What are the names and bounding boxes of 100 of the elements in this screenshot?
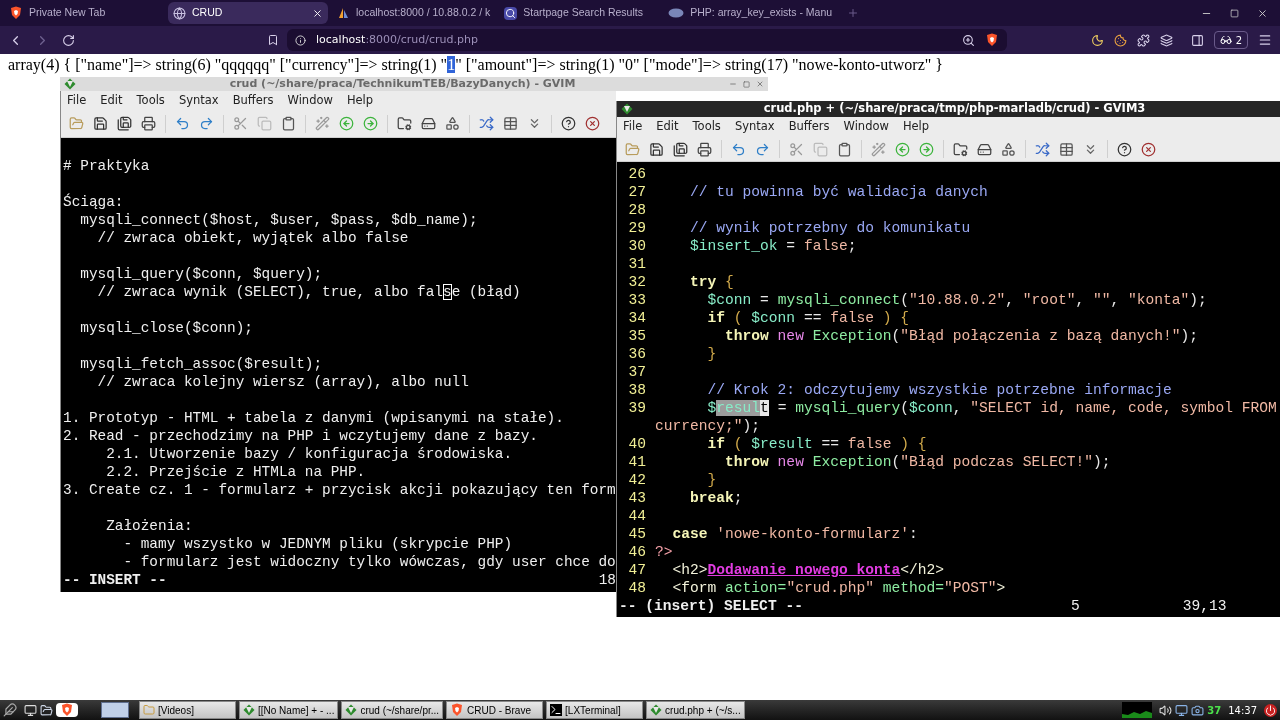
code-line: if ( $result == false ) { [706,435,927,453]
zoom-icon[interactable] [962,33,975,47]
volume-icon[interactable] [1159,703,1173,717]
browser-tab[interactable]: Startpage Search Results [499,2,660,24]
browser-tab[interactable]: PHP: array_key_exists - Manu [663,2,838,24]
line-number: 32 [627,273,646,291]
text-line: 3. Create cz. 1 - formularz + przycisk akcji pokazujący ten form [63,481,616,499]
menu-item[interactable]: Syntax [734,118,775,136]
reload-icon[interactable] [62,33,75,47]
camera-icon[interactable] [1191,703,1205,717]
start-menu-icon[interactable] [3,703,17,717]
menu-item[interactable]: Tools [136,91,165,110]
line-number: 46 [627,543,646,561]
tab-title: Private New Tab [29,5,107,21]
text-line: 2.1. Utworzenie bazy / konfiguracja środowiska. [105,445,513,463]
tab-title: CRUD [192,5,224,21]
save-icon[interactable] [93,116,108,131]
power-icon[interactable] [1264,703,1277,717]
layers-icon[interactable] [1159,33,1173,47]
taskbar-label: [Videos] [158,703,194,718]
terminal-icon [550,704,563,716]
menu-item[interactable]: Buffers [232,91,274,110]
sidebar-icon[interactable] [1190,33,1204,47]
taskbar-button[interactable]: CRUD - Brave [446,701,544,719]
text-line: 2.2. Przejście z HTMLa na PHP. [105,463,366,481]
printer-icon[interactable] [697,141,712,157]
menu-item[interactable]: Edit [100,91,123,110]
close-circle-icon[interactable] [585,116,600,131]
code-line: currency;"); [655,417,761,435]
folder-icon[interactable] [40,703,53,717]
shapes-icon[interactable] [445,116,460,131]
printer-icon[interactable] [141,116,156,131]
folder-gear-icon[interactable] [397,116,412,131]
shuffle-icon[interactable] [479,116,494,131]
table-icon[interactable] [503,116,518,131]
shuffle-icon[interactable] [1035,141,1050,157]
line-number: 33 [627,291,646,309]
table-icon[interactable] [1059,141,1074,157]
close-icon[interactable] [312,7,323,19]
close-circle-icon[interactable] [1141,141,1156,157]
code-line: try { [689,273,734,291]
help-icon[interactable] [1117,141,1132,157]
menu-item[interactable]: Window [843,118,889,136]
taskbar-button[interactable]: [[No Name] + - ... [239,701,339,719]
taskbar-label: CRUD - Brave [467,703,531,718]
puzzle-icon[interactable] [1136,33,1150,47]
clipboard-icon[interactable] [281,116,296,131]
folder-icon [143,704,155,716]
folder-gear-icon[interactable] [953,141,968,157]
help-icon[interactable] [561,116,576,131]
redo-icon[interactable] [199,116,214,131]
menu-item[interactable]: File [67,91,87,110]
display-icon[interactable] [1175,703,1189,717]
taskbar-label: crud (~/share/pr... [360,703,440,718]
taskbar-button[interactable]: crud.php + (~/s... [646,701,745,719]
save-all-icon[interactable] [117,116,132,131]
workspace-switcher[interactable] [101,702,129,718]
info-icon[interactable] [295,34,306,46]
undo-icon[interactable] [731,141,746,157]
menu-item[interactable]: Syntax [178,91,219,110]
desktop-icon[interactable] [24,703,37,717]
menu-item[interactable]: Buffers [788,118,830,136]
bookmark-icon[interactable] [267,34,279,46]
taskbar-button[interactable]: crud (~/share/pr... [341,701,444,719]
menu-item[interactable]: Help [346,91,374,110]
line-number: 30 [627,237,646,255]
line-number: 27 [627,183,646,201]
menu-item[interactable]: Help [902,118,930,136]
text-line: mysqli_close($conn); [79,319,253,337]
undo-icon[interactable] [175,116,190,131]
shapes-icon[interactable] [1001,141,1016,157]
save-icon[interactable] [649,141,664,157]
close-icon[interactable] [1257,7,1268,19]
browser-tab[interactable]: CRUD [168,2,328,24]
save-all-icon[interactable] [673,141,688,157]
url-text: localhost:8000/crud/crud.php [316,31,478,48]
var-dump-text: array(4) { ["name"]=> string(6) "qqqqqq" ["currency"]=> string(1) "1" ["amount"]=> string(1) "0" ["mode"]=> string(17) "nowe-konto-utworz" } [8,56,944,74]
text-line: 1. Prototyp - HTML + tabela z danymi (wpisanymi na stałe). [63,409,564,427]
browser-tab[interactable]: localhost:8000 / 10.88.0.2 / k [332,2,496,24]
clipboard-icon[interactable] [837,141,852,157]
browser-tab[interactable]: Private New Tab [4,2,164,24]
wallet-button[interactable]: 2 [1213,31,1248,49]
menu-item[interactable]: Tools [692,118,721,136]
menu-icon[interactable] [1258,33,1272,47]
taskbar-label: [[No Name] + - ... [258,703,335,718]
menu-item[interactable]: Window [287,91,333,110]
taskbar-button[interactable]: [LXTerminal] [546,701,644,719]
code-line: $conn = mysqli_connect("10.88.0.2", "root", "", "konta"); [706,291,1207,309]
code-line: case 'nowe-konto-formularz': [671,525,918,543]
globe-icon [173,6,186,20]
menu-item[interactable]: File [623,118,643,136]
taskbar-button[interactable]: [Videos] [139,701,236,719]
menu-item[interactable]: Edit [656,118,679,136]
moon-icon[interactable] [1090,33,1104,47]
line-number: 40 [627,435,646,453]
redo-icon[interactable] [755,141,770,157]
text-line: Ściąga: [63,193,124,211]
address-field[interactable]: localhost:8000/crud/crud.php [287,29,1007,51]
taskbar-label: crud.php + (~/s... [665,703,741,718]
cookie-icon[interactable] [1113,33,1127,47]
